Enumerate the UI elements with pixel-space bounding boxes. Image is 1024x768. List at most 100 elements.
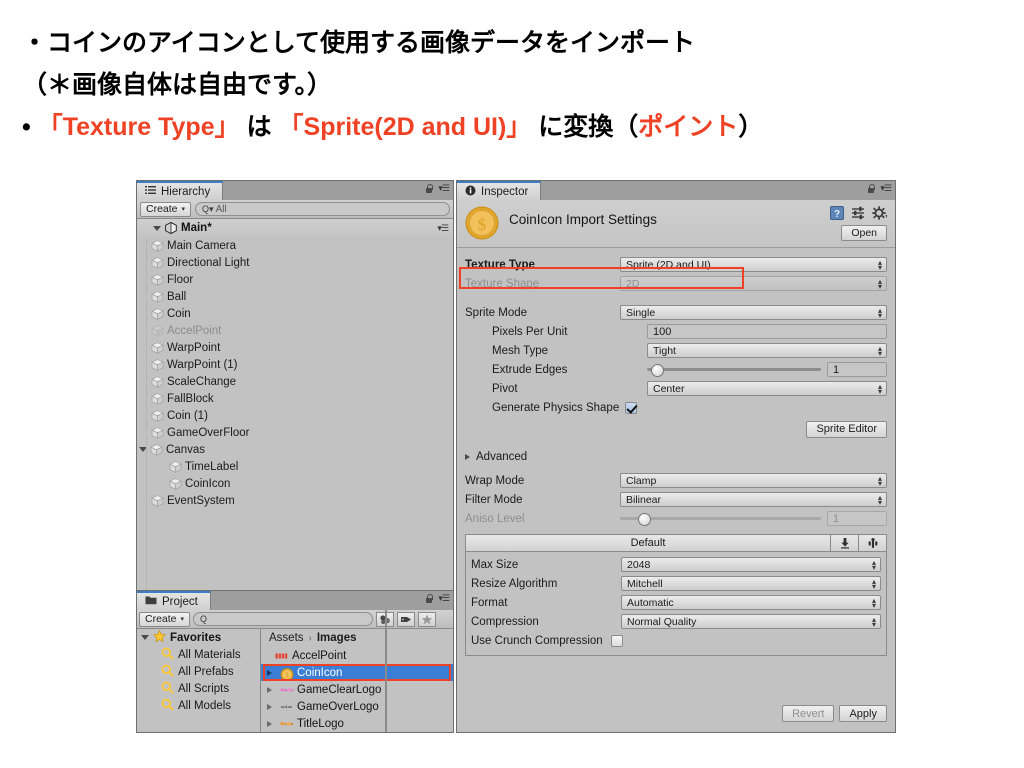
hierarchy-item-warppoint[interactable]: WarpPoint — [137, 339, 453, 356]
asset-item-gameclearlogo[interactable]: GameClearLogo — [261, 681, 453, 698]
hierarchy-tree[interactable]: Main Camera Directional Light Floor Ball Coi… — [137, 237, 453, 590]
lock-icon[interactable] — [425, 183, 434, 194]
hierarchy-create-button[interactable]: Create ▾ — [140, 201, 192, 217]
chevron-right-icon[interactable] — [267, 720, 277, 727]
favorites-item-all-models[interactable]: All Models — [137, 697, 260, 714]
pivot-dropdown[interactable]: Center ▴ ▾ — [647, 381, 887, 396]
download-icon[interactable] — [830, 534, 858, 552]
asset-item-coinicon[interactable]: $ CoinIcon — [261, 664, 453, 681]
texture-type-field[interactable]: Sprite (2D and UI) ▴ ▾ — [620, 257, 887, 272]
chevron-right-icon[interactable] — [465, 453, 470, 460]
filter-mode-dropdown[interactable]: Bilinear ▴ ▾ — [620, 492, 887, 507]
sprite-editor-button[interactable]: Sprite Editor — [806, 420, 887, 438]
favorites-root[interactable]: Favorites — [137, 629, 260, 646]
sprite-mode-dropdown[interactable]: Single ▴ ▾ — [620, 305, 887, 320]
platform-tab-default[interactable]: Default — [466, 537, 830, 549]
platform-row-use-crunch-compression[interactable]: Use Crunch Compression — [471, 631, 881, 650]
chevron-right-icon[interactable] — [267, 703, 277, 710]
help-icon[interactable]: ? — [830, 206, 844, 225]
format-dropdown[interactable]: Automatic ▴ ▾ — [621, 595, 881, 610]
panel-menu-icon[interactable]: ▾☰ — [438, 183, 450, 194]
row-pixels-per-unit[interactable]: Pixels Per Unit 100 — [465, 322, 887, 341]
resize-algorithm-dropdown[interactable]: Mitchell ▴ ▾ — [621, 576, 881, 591]
project-create-button[interactable]: Create ▾ — [139, 611, 191, 627]
asset-item-accelpoint[interactable]: AccelPoint — [261, 647, 453, 664]
row-filter-mode[interactable]: Filter Mode Bilinear ▴ ▾ — [465, 490, 887, 509]
wrap-mode-field[interactable]: Clamp ▴ ▾ — [620, 473, 887, 488]
favorites-list[interactable]: All Materials All Prefabs All Scripts All M… — [137, 646, 260, 714]
pivot-field[interactable]: Center ▴ ▾ — [647, 381, 887, 396]
favorites-item-all-scripts[interactable]: All Scripts — [137, 680, 260, 697]
row-sprite-editor[interactable]: Sprite Editor — [465, 417, 887, 441]
pixels-per-unit-field[interactable]: 100 — [647, 324, 887, 339]
scene-menu-icon[interactable]: ▾☰ — [437, 223, 449, 234]
favorite-star-icon[interactable] — [418, 611, 437, 627]
hierarchy-item-eventsystem[interactable]: EventSystem — [137, 492, 453, 509]
hierarchy-item-ball[interactable]: Ball — [137, 288, 453, 305]
texture-type-dropdown[interactable]: Sprite (2D and UI) ▴ ▾ — [620, 257, 887, 272]
lock-icon[interactable] — [425, 593, 434, 604]
row-generate-physics-shape[interactable]: Generate Physics Shape — [465, 398, 887, 417]
filter-by-label-icon[interactable] — [397, 611, 416, 627]
max-size-dropdown[interactable]: 2048 ▴ ▾ — [621, 557, 881, 572]
breadcrumb[interactable]: Assets › Images — [261, 629, 453, 647]
row-texture-type[interactable]: Texture Type Sprite (2D and UI) ▴ ▾ — [465, 255, 887, 274]
tab-inspector[interactable]: Inspector — [457, 181, 542, 200]
chevron-right-icon[interactable] — [267, 669, 277, 676]
platform-row-format[interactable]: Format Automatic ▴ ▾ — [471, 593, 881, 612]
compression-dropdown[interactable]: Normal Quality ▴ ▾ — [621, 614, 881, 629]
hierarchy-item-canvas[interactable]: Canvas — [137, 441, 453, 458]
row-mesh-type[interactable]: Mesh Type Tight ▴ ▾ — [465, 341, 887, 360]
max-size-field[interactable]: 2048 ▴ ▾ — [621, 557, 881, 572]
hierarchy-item-gameoverfloor[interactable]: GameOverFloor — [137, 424, 453, 441]
open-button[interactable]: Open — [841, 225, 887, 241]
slider-knob[interactable] — [651, 364, 664, 377]
hierarchy-item-timelabel[interactable]: TimeLabel — [137, 458, 453, 475]
gear-icon[interactable]: ▾ — [872, 206, 888, 225]
hierarchy-item-coinicon[interactable]: CoinIcon — [137, 475, 453, 492]
hierarchy-item-coin-1[interactable]: Coin (1) — [137, 407, 453, 424]
mesh-type-field[interactable]: Tight ▴ ▾ — [647, 343, 887, 358]
advanced-foldout[interactable]: Advanced — [465, 447, 887, 466]
asset-item-titlelogo[interactable]: TitleLogo — [261, 715, 453, 732]
apply-button[interactable]: Apply — [839, 705, 887, 722]
hierarchy-item-floor[interactable]: Floor — [137, 271, 453, 288]
hierarchy-item-fallblock[interactable]: FallBlock — [137, 390, 453, 407]
tab-hierarchy[interactable]: Hierarchy — [137, 181, 224, 200]
platform-row-resize-algorithm[interactable]: Resize Algorithm Mitchell ▴ ▾ — [471, 574, 881, 593]
extrude-edges-input[interactable]: 1 — [827, 362, 887, 377]
row-extrude-edges[interactable]: Extrude Edges 1 — [465, 360, 887, 379]
lock-icon[interactable] — [867, 183, 876, 194]
asset-list[interactable]: AccelPoint $ CoinIcon GameClearLogo GameOver… — [261, 647, 453, 732]
hierarchy-search-input[interactable]: Q▾ All — [195, 202, 450, 216]
row-wrap-mode[interactable]: Wrap Mode Clamp ▴ ▾ — [465, 471, 887, 490]
filter-mode-field[interactable]: Bilinear ▴ ▾ — [620, 492, 887, 507]
preset-icon[interactable] — [851, 206, 865, 225]
tab-project[interactable]: Project — [137, 591, 211, 610]
hierarchy-item-coin[interactable]: Coin — [137, 305, 453, 322]
favorites-item-all-materials[interactable]: All Materials — [137, 646, 260, 663]
resize-algorithm-field[interactable]: Mitchell ▴ ▾ — [621, 576, 881, 591]
sprite-mode-field[interactable]: Single ▴ ▾ — [620, 305, 887, 320]
use-crunch-compression-checkbox[interactable] — [610, 634, 623, 647]
extrude-edges-slider[interactable] — [647, 362, 821, 377]
favorites-item-all-prefabs[interactable]: All Prefabs — [137, 663, 260, 680]
chevron-right-icon[interactable] — [267, 686, 277, 693]
project-search-input[interactable]: Q — [193, 612, 374, 626]
chevron-down-icon[interactable] — [141, 635, 149, 640]
row-pivot[interactable]: Pivot Center ▴ ▾ — [465, 379, 887, 398]
platform-row-compression[interactable]: Compression Normal Quality ▴ ▾ — [471, 612, 881, 631]
platform-row-max-size[interactable]: Max Size 2048 ▴ ▾ — [471, 555, 881, 574]
chevron-down-icon[interactable] — [153, 225, 161, 231]
hierarchy-scene-row[interactable]: Main* ▾☰ — [137, 219, 453, 238]
wrap-mode-dropdown[interactable]: Clamp ▴ ▾ — [620, 473, 887, 488]
mesh-type-dropdown[interactable]: Tight ▴ ▾ — [647, 343, 887, 358]
breadcrumb-root[interactable]: Assets — [269, 632, 304, 644]
asset-item-gameoverlogo[interactable]: GameOverLogo — [261, 698, 453, 715]
hierarchy-item-main-camera[interactable]: Main Camera — [137, 237, 453, 254]
hierarchy-item-warppoint-1[interactable]: WarpPoint (1) — [137, 356, 453, 373]
project-column-divider[interactable] — [385, 610, 387, 732]
format-field[interactable]: Automatic ▴ ▾ — [621, 595, 881, 610]
row-sprite-mode[interactable]: Sprite Mode Single ▴ ▾ — [465, 303, 887, 322]
revert-button[interactable]: Revert — [782, 705, 835, 722]
